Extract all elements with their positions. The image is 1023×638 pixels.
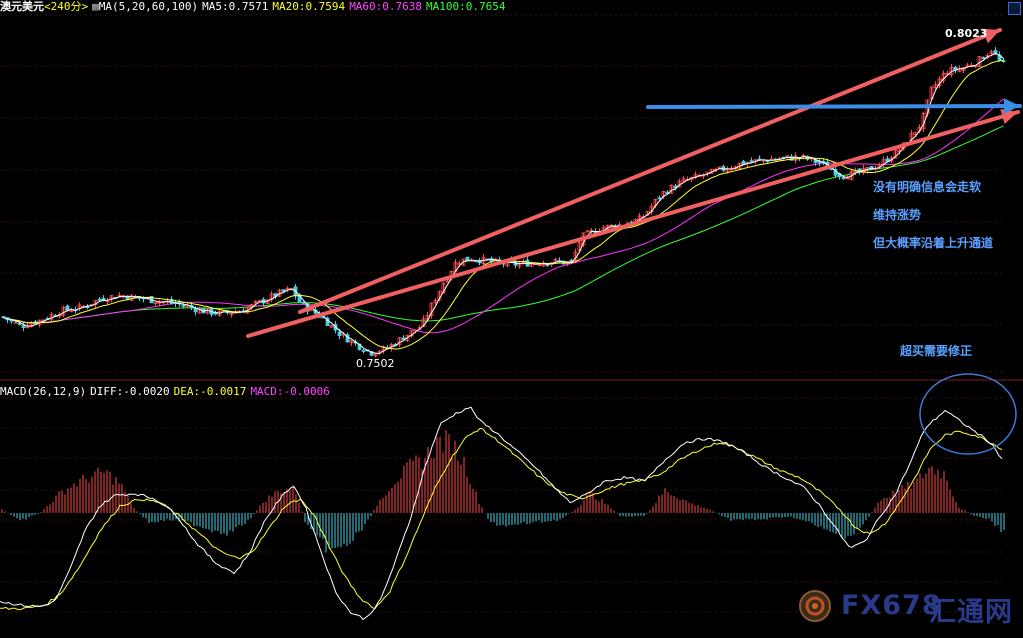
candle-body bbox=[17, 323, 22, 325]
candle-body bbox=[465, 256, 470, 262]
candle-body bbox=[65, 305, 70, 311]
lower-channel-line bbox=[246, 110, 1020, 338]
ma20-line bbox=[3, 59, 1004, 350]
macd-diff-value: DIFF:-0.0020 bbox=[90, 385, 170, 398]
annotation-overbought: 超买需要修正 bbox=[900, 344, 973, 358]
horizontal-resistance-arrow bbox=[646, 104, 1022, 109]
ma60-value: MA60:0.7638 bbox=[349, 0, 423, 13]
candle-body bbox=[657, 197, 662, 200]
candle-body bbox=[97, 298, 102, 301]
ma100-line bbox=[3, 125, 1004, 324]
candle-body bbox=[585, 230, 590, 233]
macd-histogram bbox=[1, 430, 1005, 553]
upper-channel-line bbox=[298, 28, 1002, 314]
fx678-logo-icon bbox=[799, 590, 831, 622]
ma20-polyline bbox=[3, 59, 1004, 350]
ma20-value: MA20:0.7594 bbox=[272, 0, 346, 13]
ma-icon: ▦ bbox=[92, 0, 99, 13]
overbought-ellipse bbox=[919, 373, 1017, 455]
period-label: <240分> bbox=[44, 0, 89, 13]
candle-body bbox=[181, 305, 186, 307]
macd-dea-value: DEA:-0.0017 bbox=[173, 385, 247, 398]
annotation-channel: 但大概率沿着上升通道 bbox=[873, 236, 994, 250]
watermark-cn: 汇通网 bbox=[929, 597, 1013, 628]
candle-body bbox=[281, 289, 286, 292]
annotation-uptrend: 维持涨势 bbox=[873, 208, 922, 222]
macd-header: MACD(26,12,9) DIFF:-0.0020 DEA:-0.0017 MACD… bbox=[0, 385, 334, 399]
candle-body bbox=[361, 350, 366, 352]
ma100-value: MA100:0.7654 bbox=[426, 0, 506, 13]
ma5-value: MA5:0.7571 bbox=[202, 0, 269, 13]
high-price-label: 0.8023 bbox=[945, 27, 988, 40]
ma100-polyline bbox=[3, 125, 1004, 324]
price-header: 澳元美元<240分> ▦MA(5,20,60,100) MA5:0.7571 MA20… bbox=[0, 0, 510, 14]
macd-macd-value: MACD:-0.0006 bbox=[250, 385, 330, 398]
candle-body bbox=[981, 57, 986, 60]
candle-body bbox=[301, 301, 306, 304]
overbought-circle bbox=[919, 373, 1017, 455]
macd-params: MACD(26,12,9) bbox=[0, 385, 87, 398]
panel-toggle-button[interactable] bbox=[1008, 2, 1021, 15]
watermark-brand: FX678 bbox=[841, 590, 942, 621]
annotation-weakening: 没有明确信息会走软 bbox=[873, 180, 982, 194]
watermark-logo: FX678 汇通网 bbox=[797, 588, 1017, 628]
chart-canvas bbox=[0, 14, 1023, 621]
candlesticks bbox=[1, 46, 1006, 358]
low-price-label: 0.7502 bbox=[356, 357, 395, 370]
candle-body bbox=[21, 325, 26, 328]
candle-body bbox=[1001, 60, 1006, 63]
candle-body bbox=[337, 331, 342, 336]
symbol-label: 澳元美元 bbox=[0, 0, 44, 13]
candle-body bbox=[841, 177, 846, 179]
ma-params: MA(5,20,60,100) bbox=[98, 0, 199, 13]
candle-body bbox=[749, 160, 754, 163]
